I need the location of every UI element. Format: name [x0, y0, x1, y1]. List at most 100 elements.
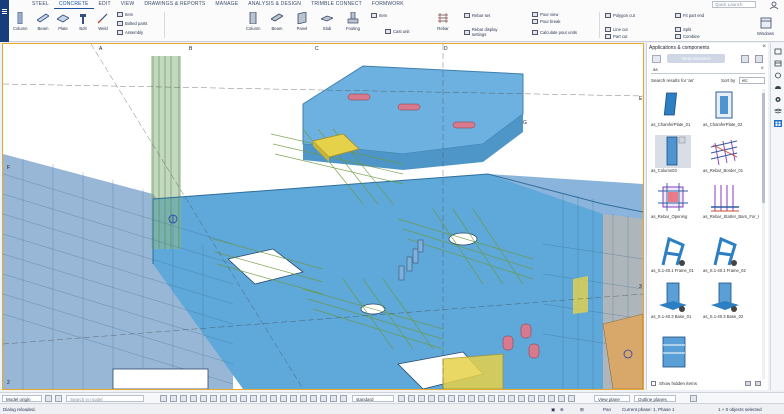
snap-grid-icon[interactable]	[538, 395, 545, 402]
select-bolts-icon[interactable]	[220, 395, 227, 402]
tab-edit[interactable]: EDIT	[94, 0, 116, 9]
snap-angle-icon[interactable]	[528, 395, 535, 402]
steel-column-button[interactable]: Column	[13, 12, 27, 31]
3d-model-canvas[interactable]: A B C D E F G 3 2	[3, 44, 643, 389]
footing-button[interactable]: Footing	[346, 12, 360, 31]
select-plane-icon[interactable]	[270, 395, 277, 402]
snap-intersect-icon[interactable]	[428, 395, 435, 402]
display-settings-icon[interactable]	[690, 395, 697, 402]
component-item[interactable]: as_Rebar_Starter_Bars_For_Wall_02	[703, 181, 759, 223]
component-item[interactable]: as_S.1-40.3 Base_01	[651, 281, 697, 323]
select-points-icon[interactable]	[210, 395, 217, 402]
select-views-icon[interactable]	[260, 395, 267, 402]
tab-steel[interactable]: STEEL	[27, 0, 54, 9]
tab-formwork[interactable]: FORMWORK	[367, 0, 409, 9]
rebar-set-button[interactable]: Rebar set	[464, 13, 490, 18]
calculate-pour-units-button[interactable]: Calculate pour units	[532, 30, 577, 35]
component-item[interactable]: as_Rebar_Opening	[651, 181, 697, 223]
bolted-parts-button[interactable]: Bolted parts	[117, 21, 147, 26]
windows-button[interactable]: Windows	[757, 17, 774, 36]
tab-analysis-design[interactable]: ANALYSIS & DESIGN	[243, 0, 306, 9]
panel-scrollbar[interactable]	[762, 89, 765, 379]
rebar-button[interactable]: Rebar	[437, 12, 449, 31]
tab-drawings-reports[interactable]: DRAWINGS & REPORTS	[139, 0, 210, 9]
component-item[interactable]: as_Rebar_Border_01	[703, 135, 749, 177]
select-welds-icon[interactable]	[230, 395, 237, 402]
rebar-display-settings-button[interactable]: Rebar display settings	[464, 27, 512, 37]
views-icon[interactable]	[774, 72, 782, 79]
cast-unit-button[interactable]: Cast unit	[385, 29, 410, 34]
concrete-column-button[interactable]: Column	[246, 12, 260, 31]
search-icon[interactable]	[55, 395, 62, 402]
close-icon[interactable]: ×	[762, 44, 766, 50]
model-view[interactable]: A B C D E F G 3 2	[2, 43, 644, 390]
tab-view[interactable]: VIEW	[116, 0, 140, 9]
snap-geometry-icon[interactable]	[508, 395, 515, 402]
snap-free-icon[interactable]	[478, 395, 485, 402]
show-extension-button[interactable]: Show extension	[667, 54, 725, 63]
panel-button[interactable]: Panel	[296, 12, 308, 31]
applications-components-icon[interactable]	[774, 120, 782, 127]
user-icon[interactable]	[769, 1, 779, 9]
standard-dropdown[interactable]: standard	[352, 395, 394, 402]
select-cuts-icon[interactable]	[240, 395, 247, 402]
component-item[interactable]: as_S.1-40.3 Base_02	[703, 281, 749, 323]
select-lock-icon[interactable]	[320, 395, 327, 402]
list-view-icon[interactable]	[741, 55, 749, 63]
select-reinforcement-icon[interactable]	[250, 395, 257, 402]
combine-button[interactable]: Combine	[675, 34, 700, 39]
tab-trimble-connect[interactable]: TRIMBLE CONNECT	[306, 0, 367, 9]
select-group-icon[interactable]	[310, 395, 317, 402]
split-button[interactable]: Split	[675, 27, 691, 32]
component-item[interactable]: as_Column03	[651, 135, 697, 177]
import-icon[interactable]	[745, 381, 751, 386]
select-parts-icon[interactable]	[170, 395, 177, 402]
view-plane-dropdown[interactable]: View plane	[594, 395, 630, 402]
cloud-icon[interactable]	[774, 84, 782, 91]
catalog-icon[interactable]	[774, 60, 782, 67]
fit-part-end-button[interactable]: Fit part end	[675, 13, 704, 18]
steel-beam-button[interactable]: Beam	[37, 12, 49, 31]
slab-button[interactable]: Slab	[321, 12, 333, 31]
component-search-input[interactable]: as ×	[651, 66, 765, 74]
pour-view-button[interactable]: Pour view	[532, 12, 558, 17]
snap-center-icon[interactable]	[418, 395, 425, 402]
select-object-icon[interactable]	[300, 395, 307, 402]
snap-plane-icon[interactable]	[548, 395, 555, 402]
component-item[interactable]: as_S.1-40.1 Frame_01	[651, 235, 697, 277]
component-item[interactable]	[651, 335, 697, 377]
snap-end-icon[interactable]	[398, 395, 405, 402]
origin-settings-icon[interactable]	[45, 395, 52, 402]
search-model-input[interactable]: Search in model	[66, 395, 144, 402]
quick-launch-input[interactable]: Quick Launch	[712, 1, 756, 8]
polygon-cut-button[interactable]: Polygon cut	[605, 13, 635, 18]
item-small-button[interactable]: Item	[117, 12, 133, 17]
scrollbar-thumb[interactable]	[762, 93, 765, 203]
snap-reference-icon[interactable]	[498, 395, 505, 402]
model-origin-dropdown[interactable]: Model origin	[2, 395, 42, 402]
snap-override-icon[interactable]	[558, 395, 565, 402]
select-pour-icon[interactable]	[330, 395, 337, 402]
component-item[interactable]: as_ChamferPlate_01	[651, 89, 697, 131]
tab-concrete[interactable]: CONCRETE	[53, 0, 94, 9]
export-icon[interactable]	[755, 381, 761, 386]
clear-search-icon[interactable]: ×	[760, 66, 764, 72]
pour-break-button[interactable]: Pour break	[532, 19, 560, 24]
hamburger-menu-icon[interactable]	[2, 9, 7, 14]
select-assemblies-icon[interactable]	[180, 395, 187, 402]
snap-mid-icon[interactable]	[408, 395, 415, 402]
part-cut-button[interactable]: Part cut	[605, 34, 627, 39]
snap-perp-icon[interactable]	[438, 395, 445, 402]
select-custom-icon[interactable]	[340, 395, 347, 402]
outline-planes-dropdown[interactable]: Outline planes	[634, 395, 676, 402]
weld-button[interactable]: Weld	[97, 12, 109, 31]
select-surface-icon[interactable]	[280, 395, 287, 402]
component-item[interactable]: as_S.1-40.1 Frame_02	[703, 235, 749, 277]
settings-gear-icon[interactable]	[774, 96, 782, 103]
select-grids-icon[interactable]	[200, 395, 207, 402]
concrete-beam-button[interactable]: Beam	[271, 12, 283, 31]
component-item[interactable]: as_ChamferPlate_02	[703, 89, 749, 131]
snap-nearest-icon[interactable]	[458, 395, 465, 402]
options-icon[interactable]	[755, 55, 763, 63]
show-hidden-checkbox[interactable]	[651, 381, 656, 386]
